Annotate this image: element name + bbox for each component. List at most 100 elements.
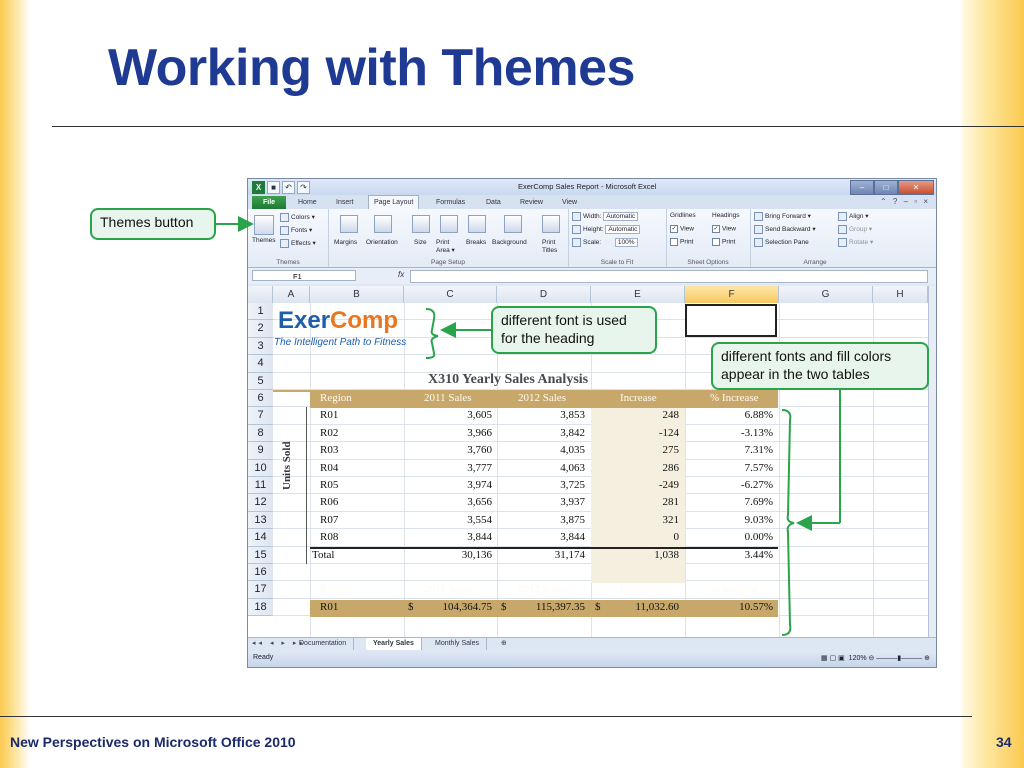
bring-forward-button[interactable]: Bring Forward ▾ (754, 212, 811, 221)
row-header[interactable]: 14 (248, 529, 273, 547)
sheet-options-group-label: Sheet Options (687, 259, 729, 266)
insert-function-icon[interactable]: fx (398, 270, 404, 279)
send-backward-button[interactable]: Send Backward ▾ (754, 225, 816, 234)
row-header[interactable]: 6 (248, 390, 273, 408)
company-tagline: The Intelligent Path to Fitness (274, 337, 407, 348)
print-titles-button[interactable]: Print Titles (542, 239, 564, 255)
title-bar: X ■ ↶ ↷ ExerComp Sales Report - Microsof… (248, 179, 936, 195)
breaks-icon (468, 215, 486, 233)
row-header[interactable]: 10 (248, 459, 273, 477)
row-header[interactable]: 8 (248, 424, 273, 443)
column-header[interactable]: D (497, 286, 591, 303)
theme-effects-button[interactable]: Effects ▾ (280, 239, 316, 248)
close-button[interactable]: ✕ (898, 180, 934, 195)
table-header-cell: % Increase (710, 392, 759, 404)
theme-colors-button[interactable]: Colors ▾ (280, 213, 315, 222)
tab-page-layout[interactable]: Page Layout (368, 195, 420, 210)
column-header[interactable]: H (873, 286, 928, 303)
width-select[interactable]: Automatic (603, 212, 639, 222)
headings-view-checkbox[interactable]: ✓ View (712, 225, 736, 233)
gridlines-print-checkbox[interactable]: Print (670, 238, 693, 246)
name-box[interactable]: F1 (252, 270, 356, 281)
row-header[interactable]: 2 (248, 320, 273, 338)
row-header[interactable]: 3 (248, 337, 273, 356)
themes-icon[interactable] (254, 215, 274, 235)
rotate-label: Rotate ▾ (849, 239, 874, 247)
table-cell: 3,725 (560, 479, 585, 491)
theme-fonts-label: Fonts ▾ (291, 227, 313, 235)
table-cell: 3,760 (467, 444, 492, 457)
height-select[interactable]: Automatic (605, 225, 641, 235)
breaks-button[interactable]: Breaks (466, 239, 486, 246)
align-button[interactable]: Align ▾ (838, 212, 869, 221)
sheet-tab-documentation[interactable]: Documentation (292, 638, 355, 650)
headings-print-checkbox[interactable]: Print (712, 238, 735, 246)
row-header[interactable]: 15 (248, 546, 273, 564)
checkbox-checked-icon: ✓ (712, 225, 720, 233)
tab-view[interactable]: View (562, 196, 577, 209)
group-button[interactable]: Group ▾ (838, 225, 872, 234)
gridlines-view-checkbox[interactable]: ✓ View (670, 225, 694, 233)
column-header[interactable]: C (404, 286, 497, 303)
help-icon[interactable]: ⌃ ? – ▫ × (880, 197, 930, 206)
row-header[interactable]: 11 (248, 477, 273, 495)
tab-data[interactable]: Data (486, 196, 501, 209)
vertical-scrollbar[interactable] (928, 286, 936, 637)
view-label: View (722, 225, 736, 233)
select-all-corner[interactable] (248, 286, 273, 303)
print-label: Print (722, 238, 736, 246)
maximize-button[interactable]: □ (874, 180, 898, 195)
table-cell: 104,364.75 (442, 600, 493, 613)
row-header[interactable]: 17 (248, 581, 273, 599)
excel-app-icon[interactable]: X (252, 181, 265, 194)
orientation-button[interactable]: Orientation (366, 239, 398, 246)
tab-insert[interactable]: Insert (336, 196, 354, 209)
print-area-button[interactable]: Print Area ▾ (436, 239, 464, 255)
theme-fonts-button[interactable]: Fonts ▾ (280, 226, 312, 235)
undo-icon[interactable]: ↶ (282, 181, 295, 194)
insert-sheet-icon[interactable]: ⊕ (494, 638, 514, 650)
ribbon: Themes Colors ▾ Fonts ▾ Effects ▾ Themes… (248, 209, 936, 268)
active-cell-f1[interactable] (685, 304, 777, 337)
zoom-controls[interactable]: ▦ ▢ ▣ 120% ⊖ ———▮——— ⊕ (821, 654, 930, 662)
column-header[interactable]: B (310, 286, 404, 303)
themes-button[interactable]: Themes (252, 237, 275, 244)
redo-icon[interactable]: ↷ (297, 181, 310, 194)
row-header[interactable]: 1 (248, 303, 273, 321)
selection-pane-button[interactable]: Selection Pane (754, 238, 809, 247)
table-cell: R06 (320, 496, 339, 509)
background-button[interactable]: Background (492, 239, 527, 246)
row-header[interactable]: 18 (248, 598, 273, 617)
column-header[interactable]: F (685, 286, 779, 303)
tab-formulas[interactable]: Formulas (436, 196, 465, 209)
row-header[interactable]: 4 (248, 355, 273, 373)
scale-input[interactable]: 100% (614, 238, 638, 248)
column-header[interactable]: G (779, 286, 873, 303)
table-header-cell: % Increase (710, 583, 759, 596)
row-header[interactable]: 16 (248, 564, 273, 582)
scale-icon (572, 238, 581, 247)
view-label: View (680, 225, 694, 233)
sheet-tab-monthly-sales[interactable]: Monthly Sales (428, 638, 487, 650)
tab-review[interactable]: Review (520, 196, 543, 209)
table-cell: 115,397.35 (535, 600, 585, 613)
column-header[interactable]: E (591, 286, 685, 303)
tab-file[interactable]: File (252, 196, 286, 209)
margins-icon (340, 215, 358, 233)
row-header[interactable]: 12 (248, 494, 273, 512)
minimize-button[interactable]: – (850, 180, 874, 195)
table-cell: 3,656 (467, 496, 492, 509)
rotate-button[interactable]: Rotate ▾ (838, 238, 873, 247)
save-icon[interactable]: ■ (267, 181, 280, 194)
size-button[interactable]: Size (414, 239, 427, 246)
tab-home[interactable]: Home (298, 196, 317, 209)
margins-button[interactable]: Margins (334, 239, 357, 246)
row-header[interactable]: 5 (248, 372, 273, 390)
sheet-tab-yearly-sales[interactable]: Yearly Sales (366, 638, 422, 650)
row-header[interactable]: 9 (248, 442, 273, 460)
formula-input[interactable] (410, 270, 928, 283)
column-header[interactable]: A (273, 286, 310, 303)
row-header[interactable]: 7 (248, 407, 273, 425)
table-cell: 0 (673, 531, 680, 544)
row-header[interactable]: 13 (248, 511, 273, 530)
